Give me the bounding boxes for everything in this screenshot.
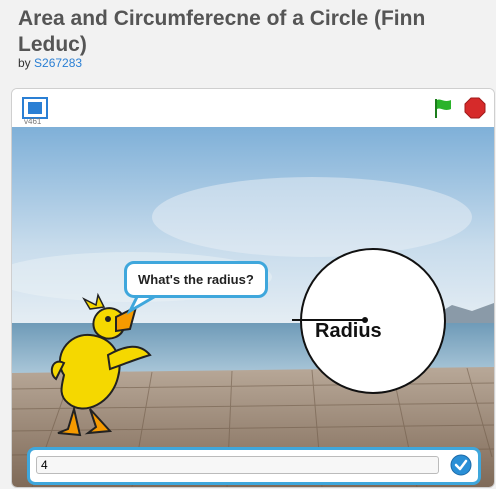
ask-answer-bar: [27, 447, 481, 485]
byline: by S267283: [18, 56, 82, 70]
beach-backdrop: [12, 127, 494, 487]
project-player: v461 What's the radius? Radius 4: [11, 88, 495, 488]
project-title: Area and Circumferecne of a Circle (Finn…: [18, 7, 426, 56]
by-label: by: [18, 56, 31, 70]
answer-input[interactable]: [36, 456, 439, 474]
stop-sign-icon[interactable]: [464, 97, 486, 119]
player-controls: v461: [12, 89, 494, 127]
speech-bubble: What's the radius?: [124, 261, 268, 298]
author-link[interactable]: S267283: [34, 56, 82, 70]
version-label: v461: [24, 117, 42, 126]
radius-label: Radius: [315, 320, 382, 342]
checkmark-icon[interactable]: [450, 454, 472, 476]
fullscreen-icon[interactable]: [22, 97, 48, 119]
green-flag-icon[interactable]: [432, 97, 454, 119]
stage[interactable]: What's the radius? Radius: [12, 127, 494, 487]
